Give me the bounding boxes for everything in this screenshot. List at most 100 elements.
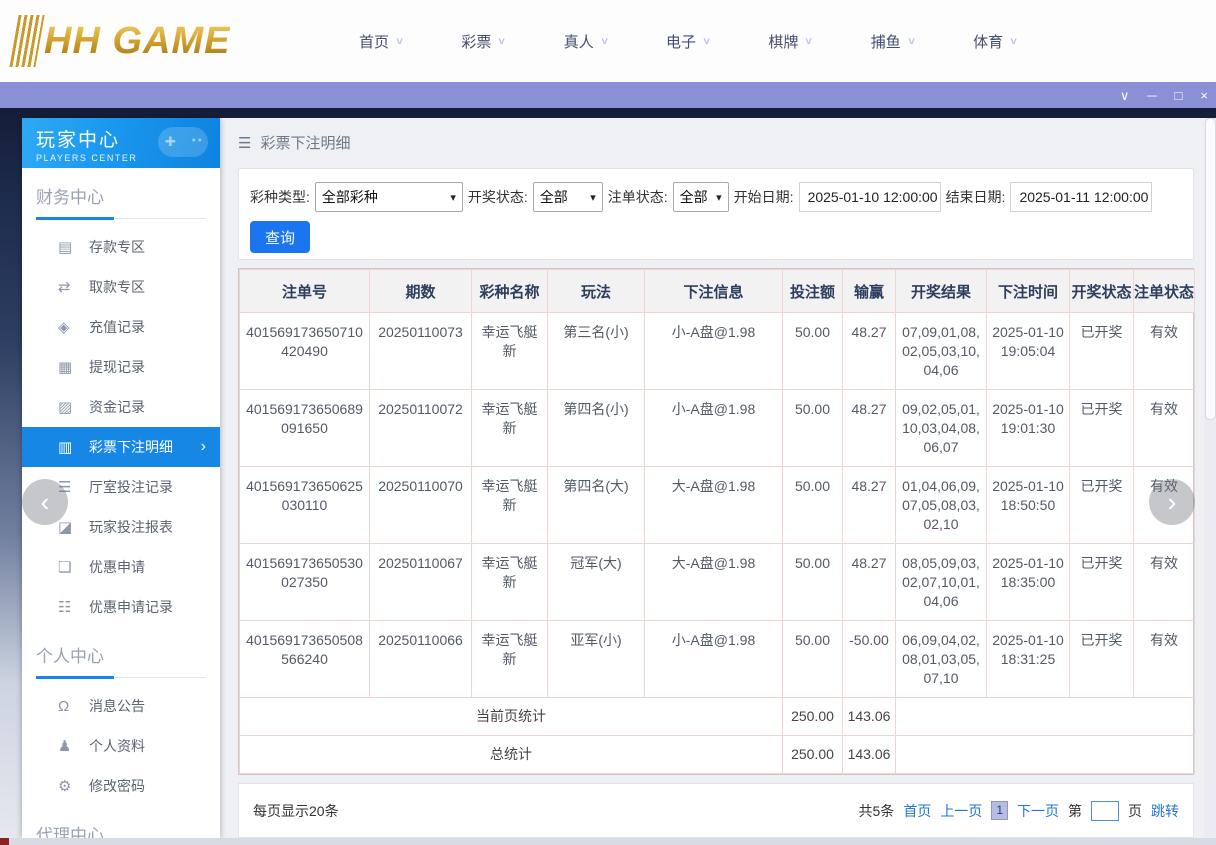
cell-issue: 20250110072 <box>370 390 472 467</box>
cell-play: 第四名(大) <box>548 467 645 544</box>
nav-item-7[interactable]: 体育∨ <box>944 31 1046 52</box>
nav-item-label: 棋牌 <box>768 31 798 52</box>
nav-item-4[interactable]: 电子∨ <box>637 31 739 52</box>
next-page-link[interactable]: 下一页 <box>1017 801 1059 821</box>
sidebar-item-label: 厅室投注记录 <box>89 477 173 497</box>
cell-win-loss: 48.27 <box>843 544 896 621</box>
hand-money-icon: ⇄ <box>58 278 89 296</box>
sidebar: 玩家中心 PLAYERS CENTER 财务中心▤存款专区⇄取款专区◈充值记录▦… <box>22 118 220 838</box>
cell-bet-time: 2025-01-10 18:35:00 <box>987 544 1070 621</box>
nav-item-5[interactable]: 棋牌 ∨ <box>739 31 841 52</box>
nav-item-2[interactable]: 彩票 ∨ <box>432 31 534 52</box>
nav-item-3[interactable]: 真人∨ <box>535 31 637 52</box>
col-issue: 期数 <box>370 270 472 313</box>
content-area: ☰ 彩票下注明细 彩种类型:全部彩种▾开奖状态:全部▾注单状态:全部▾开始日期:… <box>220 118 1216 838</box>
jump-link[interactable]: 跳转 <box>1151 801 1179 821</box>
nav-item-1[interactable]: 首页∨ <box>330 31 432 52</box>
minimize-button[interactable]: ─ <box>1147 89 1156 102</box>
sidebar-item-message-announcements[interactable]: Ω消息公告 <box>22 686 220 726</box>
sidebar-item-promo-apply-records[interactable]: ☷优惠申请记录 <box>22 587 220 627</box>
cell-order-no: 401569173650508566240 <box>240 621 370 698</box>
col-lottery-name: 彩种名称 <box>472 270 548 313</box>
sidebar-item-label: 消息公告 <box>89 696 145 716</box>
chevron-down-icon: ∨ <box>1009 36 1019 47</box>
cell-lottery-name: 幸运飞艇新 <box>472 467 548 544</box>
chart-icon: ◪ <box>58 518 89 536</box>
sidebar-section-list: ▤存款专区⇄取款专区◈充值记录▦提现记录▨资金记录▥彩票下注明细›☰厅室投注记录… <box>22 219 220 627</box>
cell-bet-info: 大-A盘@1.98 <box>645 467 783 544</box>
start-date-input[interactable]: 2025-01-10 12:00:00 <box>799 182 941 212</box>
sidebar-item-withdrawal-records[interactable]: ▦提现记录 <box>22 347 220 387</box>
document-icon: ▥ <box>58 438 89 456</box>
sidebar-item-label: 存款专区 <box>89 237 145 257</box>
chevron-down-icon: ∨ <box>497 36 507 47</box>
main-menu: 首页∨彩票∨真人∨电子∨棋牌∨捕鱼∨体育∨ <box>330 0 1046 82</box>
summary-bet-total: 250.00 <box>783 698 843 736</box>
cell-order-status: 有效 <box>1134 544 1195 621</box>
nav-item-label: 真人 <box>564 31 594 52</box>
cell-draw-status: 已开奖 <box>1070 467 1134 544</box>
selected-value: 全部彩种 <box>322 187 378 207</box>
search-button[interactable]: 查询 <box>250 221 310 253</box>
cell-bet-time: 2025-01-10 19:05:04 <box>987 313 1070 390</box>
first-page-link[interactable]: 首页 <box>903 801 931 821</box>
sidebar-item-promo-apply[interactable]: ❏优惠申请 <box>22 547 220 587</box>
sidebar-collapse-button[interactable]: ‹ <box>22 479 68 525</box>
sidebar-item-label: 优惠申请 <box>89 557 145 577</box>
panel-expand-button[interactable]: › <box>1149 479 1195 525</box>
nav-item-6[interactable]: 捕鱼∨ <box>842 31 944 52</box>
cell-order-no: 401569173650530027350 <box>240 544 370 621</box>
collapse-button[interactable]: ∨ <box>1120 89 1130 102</box>
nav-item-label: 彩票 <box>461 31 491 52</box>
sidebar-item-lottery-bet-detail[interactable]: ▥彩票下注明细› <box>22 427 220 467</box>
bank-card-icon: ▤ <box>58 238 89 256</box>
window-titlebar: ∨ ─ □ × <box>0 82 1216 108</box>
sidebar-item-personal-profile[interactable]: ♟个人资料 <box>22 726 220 766</box>
total-count: 共5条 <box>859 801 895 821</box>
cell-draw-status: 已开奖 <box>1070 390 1134 467</box>
jump-prefix-label: 第 <box>1068 801 1082 821</box>
sidebar-item-funds-records[interactable]: ▨资金记录 <box>22 387 220 427</box>
prev-page-link[interactable]: 上一页 <box>940 801 982 821</box>
sidebar-section-list: Ω消息公告♟个人资料⚙修改密码 <box>22 678 220 806</box>
cell-draw-status: 已开奖 <box>1070 621 1134 698</box>
end-date-input[interactable]: 2025-01-11 12:00:00 <box>1010 182 1152 212</box>
table-row: 40156917365053002735020250110067幸运飞艇新冠军(… <box>240 544 1195 621</box>
sidebar-item-deposit-zone[interactable]: ▤存款专区 <box>22 227 220 267</box>
cell-bet-info: 小-A盘@1.98 <box>645 313 783 390</box>
cell-order-status: 有效 <box>1134 621 1195 698</box>
cell-play: 冠军(大) <box>548 544 645 621</box>
cell-win-loss: -50.00 <box>843 621 896 698</box>
page-jump-input[interactable] <box>1091 801 1119 821</box>
chevron-down-icon: ▾ <box>450 191 456 204</box>
bottom-left-notch <box>0 838 9 845</box>
cell-order-no: 401569173650710420490 <box>240 313 370 390</box>
draw-status-select[interactable]: 全部▾ <box>533 182 603 212</box>
sidebar-item-withdraw-zone[interactable]: ⇄取款专区 <box>22 267 220 307</box>
sidebar-item-change-password[interactable]: ⚙修改密码 <box>22 766 220 806</box>
summary-row: 当前页统计250.00143.06 <box>240 698 1195 736</box>
chevron-down-icon: ∨ <box>804 36 814 47</box>
order-status-select[interactable]: 全部▾ <box>673 182 729 212</box>
sidebar-item-recharge-records[interactable]: ◈充值记录 <box>22 307 220 347</box>
col-order-no: 注单号 <box>240 270 370 313</box>
cell-issue: 20250110066 <box>370 621 472 698</box>
summary-bet-total: 250.00 <box>783 736 843 774</box>
current-page-badge[interactable]: 1 <box>991 801 1008 820</box>
col-play: 玩法 <box>548 270 645 313</box>
cell-bet-info: 小-A盘@1.98 <box>645 621 783 698</box>
maximize-button[interactable]: □ <box>1175 89 1183 102</box>
scrollbar-thumb[interactable] <box>1205 118 1216 420</box>
sidebar-section-heading: 代理中心 <box>36 821 206 838</box>
app-window: HH GAME 首页∨彩票∨真人∨电子∨棋牌∨捕鱼∨体育∨ ∨─□× 玩家中心 … <box>0 0 1216 845</box>
vertical-scrollbar[interactable] <box>1204 118 1216 838</box>
col-bet-info: 下注信息 <box>645 270 783 313</box>
breadcrumb: ☰ 彩票下注明细 <box>238 132 350 153</box>
pagination-bar: 每页显示20条 共5条 首页 上一页 1 下一页 第 页 跳转 <box>238 783 1194 838</box>
lottery-type-select[interactable]: 全部彩种 ▾ <box>315 182 463 212</box>
close-button[interactable]: × <box>1200 89 1208 102</box>
hamburger-icon[interactable]: ☰ <box>238 134 251 152</box>
cell-lottery-name: 幸运飞艇新 <box>472 621 548 698</box>
cell-draw-result: 07,09,01,08,02,05,03,10,04,06 <box>896 313 987 390</box>
table-row: 40156917365068909165020250110072幸运飞艇新第四名… <box>240 390 1195 467</box>
